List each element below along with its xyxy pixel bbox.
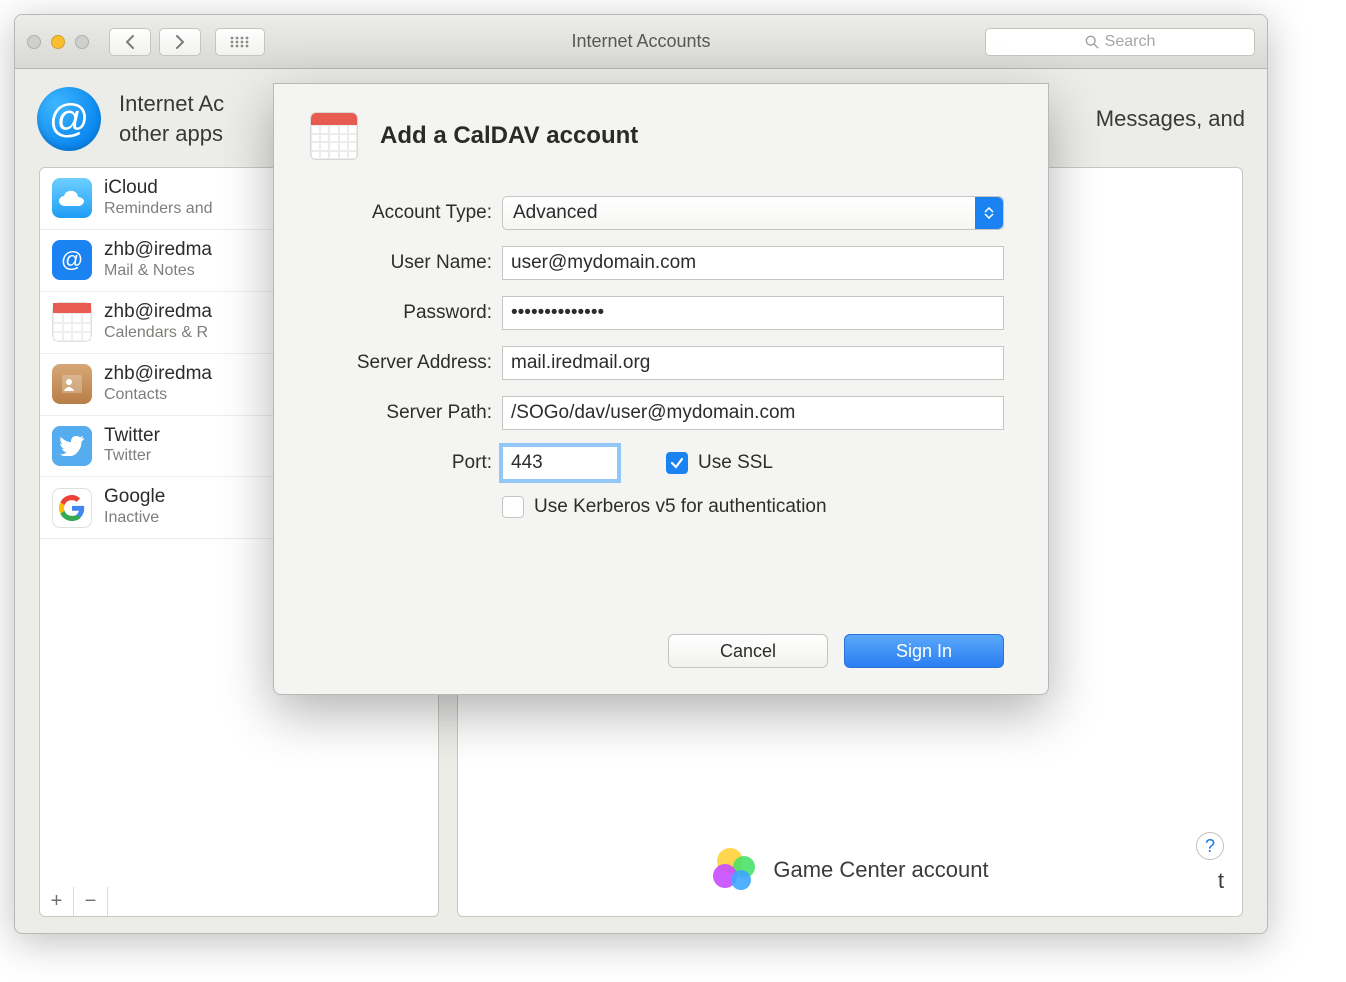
use-ssl-checkbox[interactable] xyxy=(666,452,688,474)
label-port: Port: xyxy=(310,452,492,474)
select-arrows-icon xyxy=(975,197,1003,229)
google-icon xyxy=(52,488,92,528)
password-input[interactable] xyxy=(502,296,1004,330)
dialog-form: Account Type: Advanced User Name: Passwo… xyxy=(310,196,1012,668)
account-name: Google xyxy=(104,487,165,508)
calendar-icon xyxy=(310,112,358,160)
label-server-address: Server Address: xyxy=(310,352,492,374)
gamecenter-label: Game Center account xyxy=(773,857,988,883)
back-button[interactable] xyxy=(109,28,151,56)
account-type-value: Advanced xyxy=(513,202,598,224)
use-ssl-row[interactable]: Use SSL xyxy=(666,452,773,474)
kerberos-checkbox[interactable] xyxy=(502,496,524,518)
add-account-button[interactable]: + xyxy=(40,887,74,916)
server-address-input[interactable] xyxy=(502,346,1004,380)
dialog-buttons: Cancel Sign In xyxy=(310,634,1004,668)
account-sub: Mail & Notes xyxy=(104,261,212,281)
titlebar: Internet Accounts Search xyxy=(15,15,1267,69)
use-ssl-label: Use SSL xyxy=(698,452,773,474)
account-sub: Inactive xyxy=(104,508,165,528)
calendar-account-icon xyxy=(52,302,92,342)
other-account-tail: t xyxy=(1218,868,1224,894)
port-input[interactable] xyxy=(502,446,618,480)
account-sub: Reminders and xyxy=(104,199,213,219)
account-name: zhb@iredma xyxy=(104,240,212,261)
gamecenter-icon xyxy=(711,846,759,894)
account-name: iCloud xyxy=(104,178,213,199)
search-placeholder: Search xyxy=(1105,33,1156,51)
preferences-window: Internet Accounts Search @ Internet Ac o… xyxy=(14,14,1268,934)
account-sub: Twitter xyxy=(104,446,160,466)
close-window-button[interactable] xyxy=(27,35,41,49)
account-name: zhb@iredma xyxy=(104,364,212,385)
add-caldav-dialog: Add a CalDAV account Account Type: Advan… xyxy=(273,83,1049,695)
minimize-window-button[interactable] xyxy=(51,35,65,49)
account-name: Twitter xyxy=(104,426,160,447)
dialog-header: Add a CalDAV account xyxy=(310,112,1012,160)
forward-button[interactable] xyxy=(159,28,201,56)
account-sub: Contacts xyxy=(104,385,212,405)
help-button[interactable]: ? xyxy=(1196,832,1224,860)
gamecenter-row[interactable]: Game Center account xyxy=(711,846,988,894)
label-server-path: Server Path: xyxy=(310,402,492,424)
twitter-icon xyxy=(52,426,92,466)
contacts-account-icon xyxy=(52,364,92,404)
icloud-icon xyxy=(52,178,92,218)
dialog-title: Add a CalDAV account xyxy=(380,122,638,150)
cancel-button[interactable]: Cancel xyxy=(668,634,828,668)
kerberos-label: Use Kerberos v5 for authentication xyxy=(534,496,827,518)
mail-account-icon: @ xyxy=(52,240,92,280)
account-type-select[interactable]: Advanced xyxy=(502,196,1004,230)
nav-buttons xyxy=(109,28,205,56)
search-input[interactable]: Search xyxy=(985,28,1255,56)
username-input[interactable] xyxy=(502,246,1004,280)
remove-account-button[interactable]: − xyxy=(74,887,108,916)
label-account-type: Account Type: xyxy=(310,202,492,224)
label-username: User Name: xyxy=(310,252,492,274)
header-line1: Internet Ac xyxy=(119,89,224,119)
account-sub: Calendars & R xyxy=(104,323,212,343)
header-tail: Messages, and xyxy=(1096,104,1245,134)
sign-in-button[interactable]: Sign In xyxy=(844,634,1004,668)
zoom-window-button[interactable] xyxy=(75,35,89,49)
window-controls xyxy=(27,35,89,49)
label-password: Password: xyxy=(310,302,492,324)
server-path-input[interactable] xyxy=(502,396,1004,430)
sidebar-footer: + − xyxy=(39,887,439,917)
show-all-button[interactable] xyxy=(215,28,265,56)
internet-accounts-icon: @ xyxy=(37,87,101,151)
kerberos-row[interactable]: Use Kerberos v5 for authentication xyxy=(502,496,827,518)
account-name: zhb@iredma xyxy=(104,302,212,323)
header-line2: other apps xyxy=(119,119,224,149)
